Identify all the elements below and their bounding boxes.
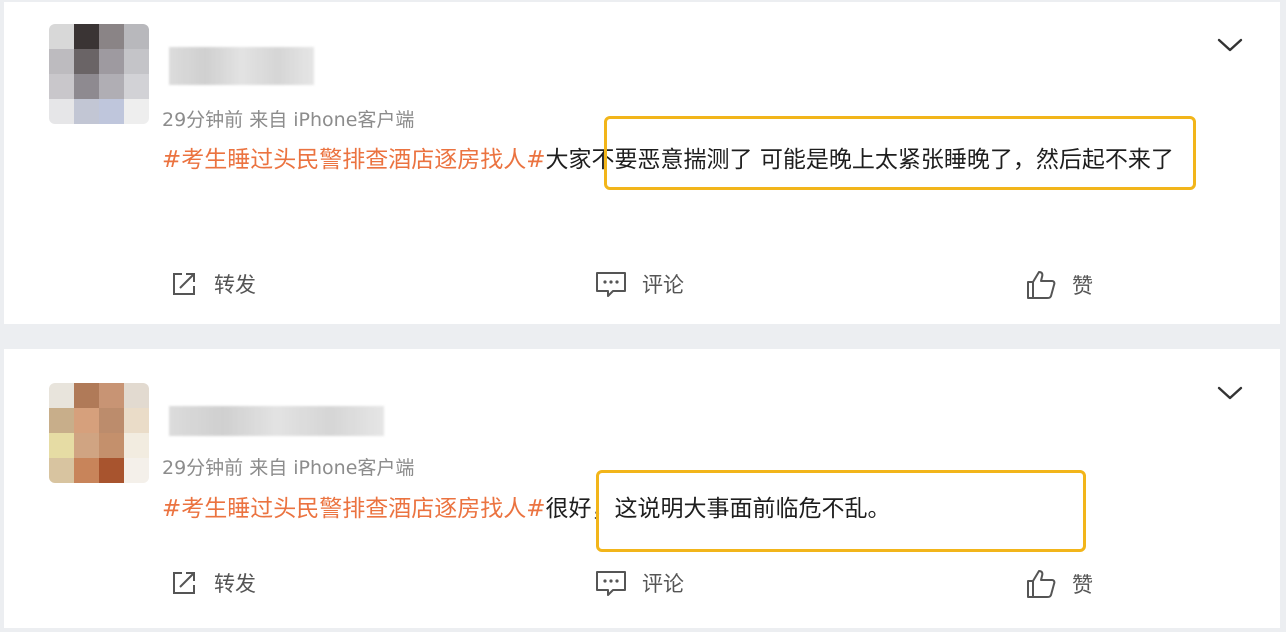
weibo-post-card: 29分钟前 来自 iPhone客户端 #考生睡过头民警排查酒店逐房找人#很好，这… [4,349,1280,628]
comment-icon [596,571,626,596]
thumbs-up-icon [1027,271,1056,299]
comment-button[interactable]: 评论 [594,567,684,599]
post-meta: 29分钟前 来自 iPhone客户端 [162,109,415,131]
repost-button[interactable]: 转发 [168,567,256,599]
weibo-post-card: 29分钟前 来自 iPhone客户端 #考生睡过头民警排查酒店逐房找人#大家不要… [4,2,1280,324]
chevron-down-icon[interactable] [1216,35,1244,55]
like-label: 赞 [1072,573,1093,597]
comment-button[interactable]: 评论 [594,268,684,300]
highlight-box [604,116,1196,190]
share-icon [173,273,195,295]
share-icon [173,572,195,594]
avatar[interactable] [49,24,149,124]
repost-button[interactable]: 转发 [168,268,256,300]
like-button[interactable]: 赞 [1024,567,1093,601]
avatar[interactable] [49,383,149,483]
username-blurred[interactable] [169,406,384,436]
repost-label: 转发 [214,572,256,596]
repost-label: 转发 [214,273,256,297]
comment-label: 评论 [642,572,684,596]
highlight-box [596,470,1086,552]
topic-link[interactable]: #考生睡过头民警排查酒店逐房找人# [162,147,546,173]
topic-link[interactable]: #考生睡过头民警排查酒店逐房找人# [162,496,546,522]
chevron-down-icon[interactable] [1216,383,1244,403]
thumbs-up-icon [1027,570,1056,598]
comment-icon [596,272,626,297]
username-blurred[interactable] [169,47,314,85]
post-meta: 29分钟前 来自 iPhone客户端 [162,457,415,479]
like-label: 赞 [1072,274,1093,298]
comment-label: 评论 [642,273,684,297]
like-button[interactable]: 赞 [1024,268,1093,302]
